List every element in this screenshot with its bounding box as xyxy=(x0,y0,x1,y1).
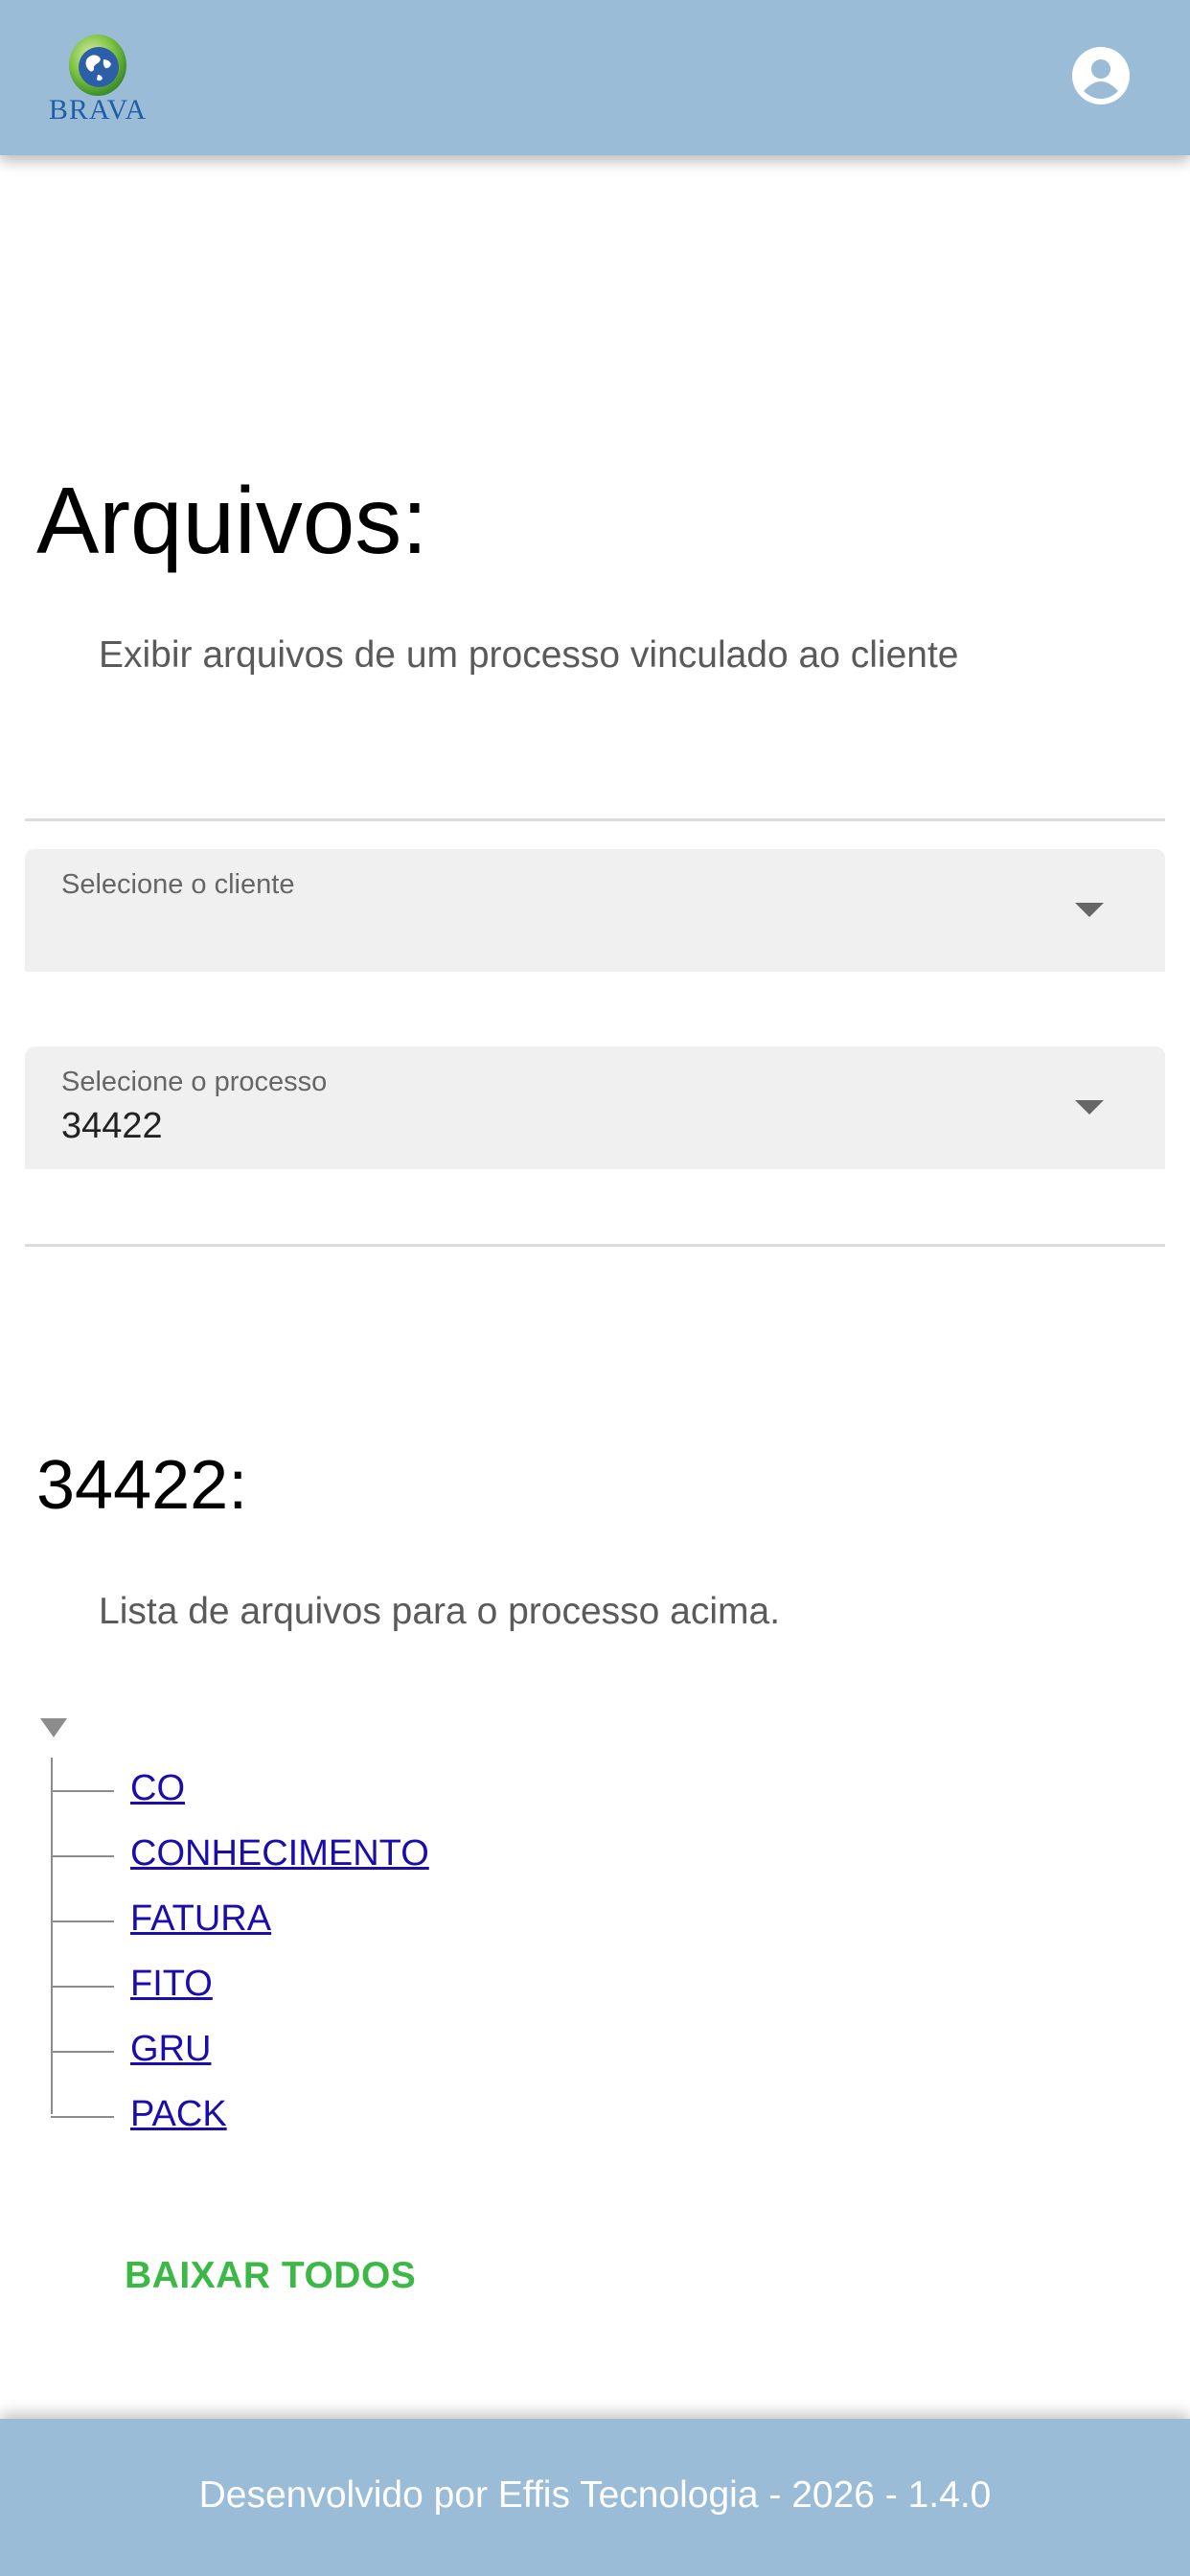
process-select-label: Selecione o processo xyxy=(61,1067,328,1097)
process-select[interactable]: Selecione o processo 34422 xyxy=(25,1046,1165,1169)
folder-link-fito[interactable]: FITO xyxy=(130,1963,213,2005)
account-circle-icon xyxy=(1072,47,1130,104)
divider xyxy=(25,818,1165,821)
logo-text: BRAVA xyxy=(48,94,148,126)
tree-branch xyxy=(51,2051,114,2053)
page-title: Arquivos: xyxy=(36,468,428,573)
tree-branch xyxy=(51,1920,114,1922)
divider xyxy=(25,1244,1165,1247)
download-all-button[interactable]: BAIXAR TODOS xyxy=(100,2247,441,2305)
tree-item: CONHECIMENTO xyxy=(51,1825,626,1874)
client-select[interactable]: Selecione o cliente xyxy=(25,849,1165,972)
tree-item: CO xyxy=(51,1760,626,1809)
tree-branch xyxy=(51,1986,114,1988)
tree-collapse-icon[interactable] xyxy=(40,1718,67,1737)
folder-link-fatura[interactable]: FATURA xyxy=(130,1898,271,1940)
process-select-value: 34422 xyxy=(61,1106,163,1146)
folder-link-gru[interactable]: GRU xyxy=(130,2028,211,2070)
tree-item: GRU xyxy=(51,2020,626,2070)
brava-logo[interactable]: BRAVA xyxy=(48,25,148,128)
tree-branch xyxy=(51,2116,114,2118)
tree-item: FITO xyxy=(51,1955,626,2005)
account-button[interactable] xyxy=(1071,46,1131,105)
globe-icon xyxy=(69,34,126,96)
dropdown-arrow-icon xyxy=(1075,903,1104,917)
tree-branch xyxy=(51,1790,114,1792)
folder-link-conhecimento[interactable]: CONHECIMENTO xyxy=(130,1832,429,1874)
dropdown-arrow-icon xyxy=(1075,1100,1104,1115)
tree-item: PACK xyxy=(51,2085,626,2135)
app-bar: BRAVA xyxy=(0,0,1190,155)
folder-link-pack[interactable]: PACK xyxy=(130,2093,227,2135)
footer-text: Desenvolvido por Effis Tecnologia - 2026… xyxy=(198,2474,992,2516)
client-select-label: Selecione o cliente xyxy=(61,869,295,900)
page-subtitle: Exibir arquivos de um processo vinculado… xyxy=(99,634,959,676)
process-subtitle: Lista de arquivos para o processo acima. xyxy=(99,1591,781,1632)
tree-branch xyxy=(51,1855,114,1857)
process-title: 34422: xyxy=(36,1447,248,1524)
tree-item: FATURA xyxy=(51,1890,626,1940)
folder-link-co[interactable]: CO xyxy=(130,1767,185,1809)
footer: Desenvolvido por Effis Tecnologia - 2026… xyxy=(0,2419,1190,2576)
